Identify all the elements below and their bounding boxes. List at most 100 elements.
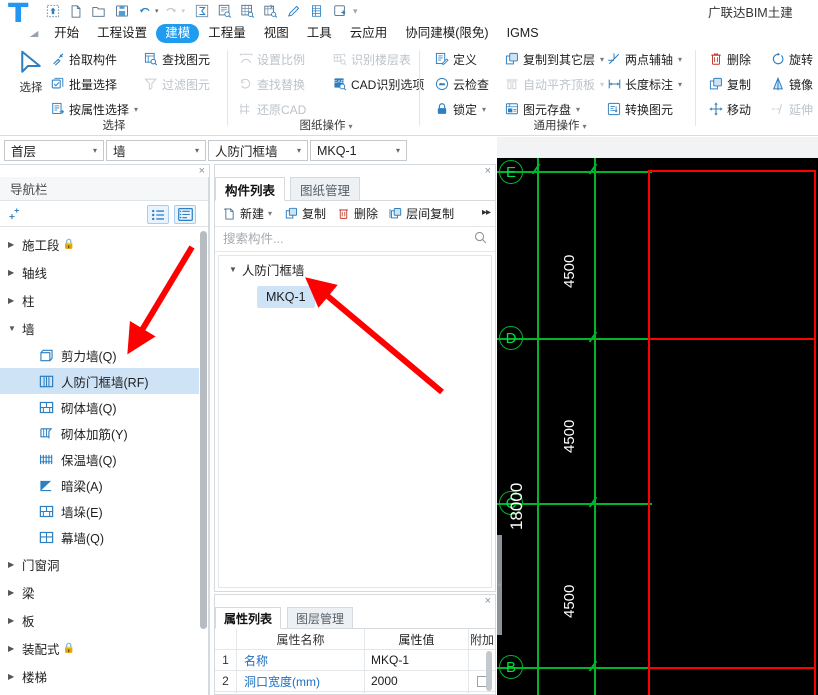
delete-component-button[interactable]: 删除 xyxy=(336,205,378,222)
tree-leaf-masonry-reinforcement[interactable]: 砌体加筋(Y) xyxy=(0,420,199,446)
component-panel-close-button[interactable]: × xyxy=(485,166,491,177)
batch-select-button[interactable]: 批量选择 xyxy=(50,73,117,95)
chevron-down-icon[interactable]: ▾ xyxy=(297,146,307,155)
chevron-right-icon[interactable]: ▶ xyxy=(8,672,22,681)
tree-node-decoration[interactable]: ▶ 装修 xyxy=(0,690,199,695)
chevron-down-icon[interactable]: ▾ xyxy=(348,122,352,131)
define-button[interactable]: 定义 xyxy=(434,48,477,70)
nav-tree-scrollbar[interactable] xyxy=(200,231,207,629)
qat-overflow-icon[interactable]: ▾ xyxy=(352,6,359,17)
ribbon-collapse-icon[interactable]: ◢ xyxy=(30,29,39,38)
drawing-canvas[interactable]: E D C B 4500 4500 4500 18000 ◂ xyxy=(497,158,818,695)
tab-project-settings[interactable]: 工程设置 xyxy=(88,24,156,43)
copy-to-other-floor-button[interactable]: 复制到其它层 ▾ xyxy=(504,48,604,70)
chevron-down-icon[interactable]: ▾ xyxy=(268,209,272,218)
copy-component-button[interactable]: 复制 xyxy=(284,205,326,222)
chevron-down-icon[interactable]: ▼ xyxy=(8,324,22,333)
pick-component-button[interactable]: 拾取构件 xyxy=(50,48,117,70)
tree-node-wall[interactable]: ▼ 墙 xyxy=(0,314,199,342)
table-row[interactable]: 1 名称 MKQ-1 xyxy=(215,650,495,671)
tab-collaborative-modeling[interactable]: 协同建模(限免) xyxy=(396,24,497,43)
detail-view-button[interactable] xyxy=(174,205,196,224)
search-input[interactable] xyxy=(215,232,474,246)
tab-tools[interactable]: 工具 xyxy=(298,24,341,43)
list-view-button[interactable] xyxy=(147,205,169,224)
chevron-right-icon[interactable]: ▶ xyxy=(8,616,22,625)
category-selector[interactable]: 墙 ▾ xyxy=(106,140,206,161)
chevron-down-icon[interactable]: ▾ xyxy=(195,146,205,155)
tree-node-construction-section[interactable]: ▶ 施工段 🔒 xyxy=(0,230,199,258)
floor-selector[interactable]: 首层 ▾ xyxy=(4,140,104,161)
chevron-right-icon[interactable]: ▶ xyxy=(8,240,22,249)
nav-close-button[interactable]: × xyxy=(199,166,205,177)
tab-start[interactable]: 开始 xyxy=(45,24,88,43)
tree-node-axis[interactable]: ▶ 轴线 xyxy=(0,258,199,286)
chevron-down-icon[interactable]: ▾ xyxy=(678,80,682,89)
tree-node-stairs[interactable]: ▶ 楼梯 xyxy=(0,662,199,690)
tab-cloud-apps[interactable]: 云应用 xyxy=(341,24,397,43)
chevron-right-icon[interactable]: ▶ xyxy=(8,296,22,305)
tab-view[interactable]: 视图 xyxy=(255,24,298,43)
tree-leaf-curtain-wall[interactable]: 幕墙(Q) xyxy=(0,524,199,550)
component-selector[interactable]: MKQ-1 ▾ xyxy=(310,140,407,161)
tab-layer-management[interactable]: 图层管理 xyxy=(287,607,354,629)
tree-leaf-hidden-beam[interactable]: 暗梁(A) xyxy=(0,472,199,498)
undo-caret-icon[interactable]: ▾ xyxy=(155,7,159,15)
add-plus-icon[interactable] xyxy=(8,207,22,224)
tree-leaf-insulation-wall[interactable]: 保温墙(Q) xyxy=(0,446,199,472)
new-file-icon[interactable] xyxy=(65,1,86,21)
canvas-collapse-icon[interactable]: ◂ xyxy=(497,580,501,589)
save-icon[interactable] xyxy=(111,1,132,21)
tree-node-slab[interactable]: ▶ 板 xyxy=(0,606,199,634)
delete-button[interactable]: 删除 xyxy=(708,48,751,70)
chevron-down-icon[interactable]: ▼ xyxy=(229,265,237,274)
tree-node-beam[interactable]: ▶ 梁 xyxy=(0,578,199,606)
tab-component-list[interactable]: 构件列表 xyxy=(215,177,286,201)
tab-modeling[interactable]: 建模 xyxy=(156,23,200,43)
row-property-value[interactable]: MKQ-1 xyxy=(365,650,469,670)
chevron-right-icon[interactable]: ▶ xyxy=(8,588,22,597)
tree-leaf-wall-pier[interactable]: 墙垛(E) xyxy=(0,498,199,524)
table-icon[interactable] xyxy=(237,1,258,21)
floor-copy-button[interactable]: 层间复制 xyxy=(388,205,454,222)
tree-leaf-shear-wall[interactable]: 剪力墙(Q) xyxy=(0,342,199,368)
mirror-button[interactable]: 镜像 xyxy=(770,73,813,95)
list-item-mkq-1[interactable]: MKQ-1 xyxy=(257,286,315,308)
type-selector[interactable]: 人防门框墙 ▾ xyxy=(208,140,308,161)
report-query-icon[interactable] xyxy=(214,1,235,21)
new-component-button[interactable]: 新建 ▾ xyxy=(222,205,272,222)
chevron-down-icon[interactable]: ▾ xyxy=(582,122,586,131)
chevron-down-icon[interactable]: ▾ xyxy=(600,55,604,64)
sum-icon[interactable] xyxy=(191,1,212,21)
tab-property-list[interactable]: 属性列表 xyxy=(215,607,282,629)
chevron-down-icon[interactable]: ▾ xyxy=(482,105,486,114)
tab-quantity[interactable]: 工程量 xyxy=(199,24,255,43)
chevron-down-icon[interactable]: ▾ xyxy=(576,105,580,114)
pen-icon[interactable] xyxy=(283,1,304,21)
tab-drawing-management[interactable]: 图纸管理 xyxy=(290,177,361,201)
chevron-right-icon[interactable]: ▶ xyxy=(8,644,22,653)
rotate-button[interactable]: 旋转 xyxy=(770,48,813,70)
add-plate-icon[interactable] xyxy=(329,1,350,21)
cloud-check-button[interactable]: 云检查 xyxy=(434,73,489,95)
find-element-button[interactable]: 查找图元 xyxy=(143,48,210,70)
length-dimension-button[interactable]: 长度标注 ▾ xyxy=(606,73,682,95)
two-point-auxiliary-axis-button[interactable]: 两点辅轴 ▾ xyxy=(606,48,682,70)
undo-icon[interactable] xyxy=(134,1,155,21)
chevron-down-icon[interactable]: ▾ xyxy=(134,105,138,114)
open-folder-icon[interactable] xyxy=(88,1,109,21)
tree-node-column[interactable]: ▶ 柱 xyxy=(0,286,199,314)
save-upload-icon[interactable] xyxy=(42,1,63,21)
chevron-down-icon[interactable]: ▾ xyxy=(678,55,682,64)
chevron-right-icon[interactable]: ▶ xyxy=(8,560,22,569)
tree-node-prefabricated[interactable]: ▶ 装配式 🔒 xyxy=(0,634,199,662)
tree-node-door-window-opening[interactable]: ▶ 门窗洞 xyxy=(0,550,199,578)
table-row[interactable]: 2 洞口宽度(mm) 2000 xyxy=(215,671,495,692)
cad-options-button[interactable]: CAD CAD识别选项 xyxy=(332,73,424,95)
property-panel-close-button[interactable]: × xyxy=(485,596,491,607)
component-group-civil-door-frame-wall[interactable]: ▼ 人防门框墙 xyxy=(219,256,491,282)
chevron-down-icon[interactable]: ▾ xyxy=(93,146,103,155)
copy-button[interactable]: 复制 xyxy=(708,73,751,95)
tree-leaf-masonry-wall[interactable]: 砌体墙(Q) xyxy=(0,394,199,420)
property-table-scrollbar[interactable] xyxy=(486,651,492,691)
